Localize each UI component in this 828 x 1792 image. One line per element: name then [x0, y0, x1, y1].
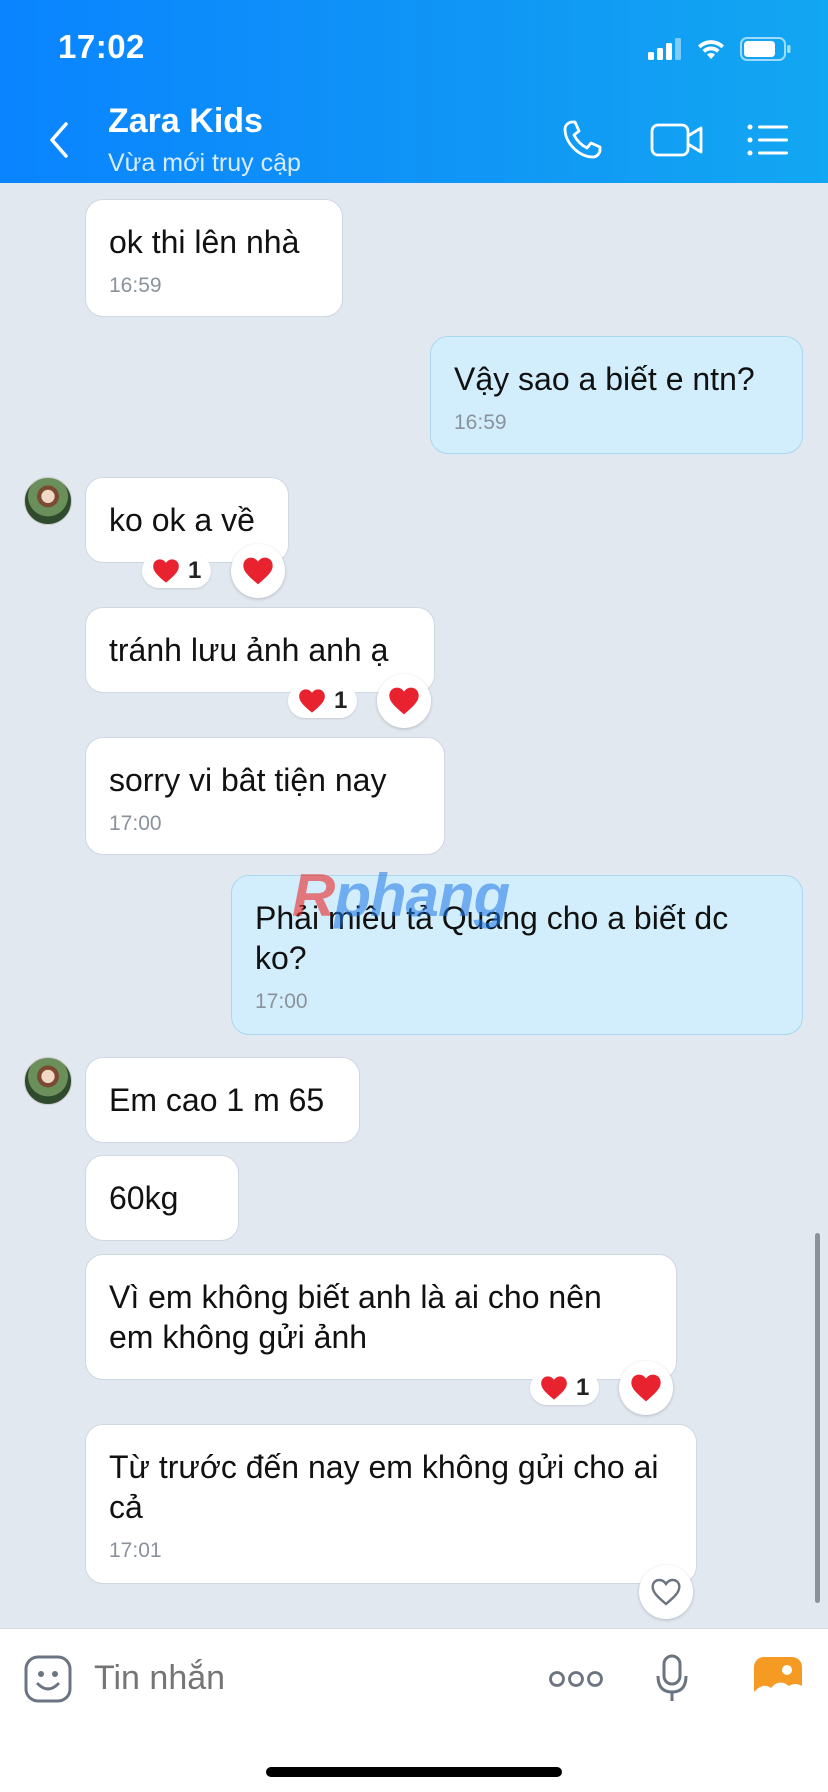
- reaction-count: 1: [188, 557, 202, 584]
- reaction-count: 1: [334, 687, 348, 714]
- contact-status: Vừa mới truy cập: [108, 149, 301, 177]
- sticker-icon: [24, 1655, 72, 1703]
- more-icon: [549, 1671, 603, 1687]
- message-time: 16:59: [109, 274, 162, 297]
- message-time: 17:00: [109, 812, 162, 835]
- status-icons: [648, 34, 792, 64]
- message-text: Vì em không biết anh là ai cho nên em kh…: [109, 1279, 602, 1355]
- voice-button[interactable]: [652, 1651, 692, 1707]
- heart-icon: [389, 687, 419, 715]
- message-text: Phải miêu tả Quang cho a biết dc ko?: [255, 900, 729, 976]
- photo-icon: [754, 1657, 802, 1701]
- message-input[interactable]: [94, 1659, 474, 1698]
- message-bubble[interactable]: tránh lưu ảnh anh ạ: [85, 607, 435, 693]
- heart-icon: [541, 1376, 567, 1400]
- message-bubble[interactable]: Em cao 1 m 65: [85, 1057, 360, 1143]
- reaction-summary[interactable]: 1: [288, 684, 358, 718]
- message-time: 17:00: [255, 990, 308, 1013]
- message-bubble[interactable]: 60kg: [85, 1155, 239, 1241]
- phone-icon: [563, 120, 602, 159]
- avatar[interactable]: [24, 1057, 72, 1105]
- sticker-button[interactable]: [22, 1651, 74, 1707]
- message-bubble-mine[interactable]: Vậy sao a biết e ntn? 16:59: [430, 336, 803, 454]
- back-button[interactable]: [40, 118, 80, 162]
- message-text: 60kg: [109, 1180, 179, 1216]
- message-text: sorry vi bât tiện nay: [109, 762, 387, 798]
- video-icon: [650, 123, 703, 157]
- home-indicator[interactable]: [266, 1767, 562, 1777]
- composer-bar: [0, 1628, 828, 1792]
- message-bubble-mine[interactable]: Phải miêu tả Quang cho a biết dc ko? 17:…: [231, 875, 803, 1035]
- call-button[interactable]: [556, 118, 608, 162]
- more-button[interactable]: [548, 1651, 604, 1707]
- heart-icon: [153, 559, 179, 583]
- contact-name: Zara Kids: [108, 102, 263, 140]
- message-list[interactable]: ok thi lên nhà 16:59 Vậy sao a biết e nt…: [0, 183, 828, 1628]
- message-time: 16:59: [454, 411, 507, 434]
- wifi-icon: [698, 40, 724, 59]
- message-bubble[interactable]: Vì em không biết anh là ai cho nên em kh…: [85, 1254, 677, 1380]
- message-bubble[interactable]: sorry vi bât tiện nay 17:00: [85, 737, 445, 855]
- react-button[interactable]: [619, 1361, 673, 1415]
- contact-info[interactable]: Zara Kids Vừa mới truy cập: [108, 100, 301, 180]
- message-bubble[interactable]: Từ trước đến nay em không gửi cho ai cả …: [85, 1424, 697, 1584]
- message-text: tránh lưu ảnh anh ạ: [109, 632, 389, 668]
- message-time: 17:01: [109, 1539, 162, 1562]
- message-text: Em cao 1 m 65: [109, 1082, 325, 1118]
- status-time: 17:02: [58, 28, 145, 65]
- heart-outline-icon: [651, 1578, 681, 1606]
- back-icon: [50, 122, 68, 158]
- reaction-summary[interactable]: 1: [530, 1371, 600, 1405]
- heart-icon: [299, 689, 325, 713]
- battery-icon: [740, 37, 791, 61]
- list-icon: [747, 124, 788, 156]
- react-button[interactable]: [231, 544, 285, 598]
- message-bubble[interactable]: ok thi lên nhà 16:59: [85, 199, 343, 317]
- react-button[interactable]: [639, 1565, 693, 1619]
- options-button[interactable]: [742, 118, 794, 162]
- scrollbar[interactable]: [815, 1233, 820, 1603]
- message-text: ok thi lên nhà: [109, 224, 300, 260]
- message-text: ko ok a về: [109, 502, 255, 538]
- heart-icon: [631, 1374, 661, 1402]
- photo-button[interactable]: [752, 1651, 804, 1707]
- video-call-button[interactable]: [648, 118, 706, 162]
- react-button[interactable]: [377, 674, 431, 728]
- message-text: Vậy sao a biết e ntn?: [454, 361, 755, 397]
- message-text: Từ trước đến nay em không gửi cho ai cả: [109, 1449, 659, 1525]
- signal-icon: [648, 38, 681, 60]
- reaction-count: 1: [576, 1374, 590, 1401]
- avatar[interactable]: [24, 477, 72, 525]
- chat-header: 17:02 Zara Kids Vừa mới truy cập: [0, 0, 828, 183]
- microphone-icon: [656, 1654, 688, 1701]
- heart-icon: [243, 557, 273, 585]
- reaction-summary[interactable]: 1: [142, 554, 212, 588]
